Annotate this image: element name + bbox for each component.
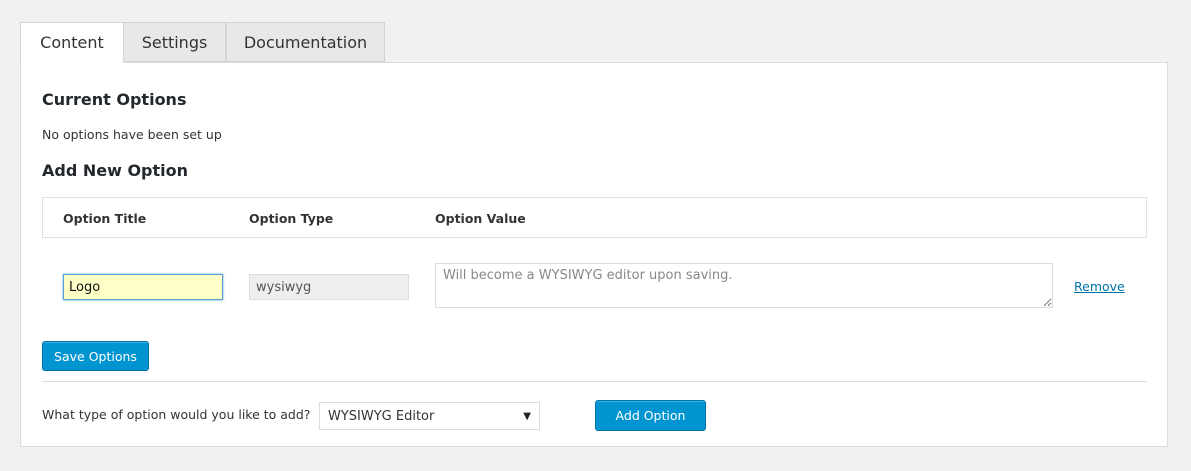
divider: [42, 381, 1147, 382]
add-new-option-heading: Add New Option: [42, 161, 189, 180]
option-title-input[interactable]: [63, 274, 223, 300]
chevron-down-icon: ▼: [523, 410, 531, 422]
tab-settings[interactable]: Settings: [123, 22, 226, 62]
remove-option-link[interactable]: Remove: [1074, 279, 1125, 294]
add-option-type-prompt: What type of option would you like to ad…: [42, 407, 311, 422]
add-option-button[interactable]: Add Option: [595, 400, 706, 431]
option-type-input: [249, 274, 409, 300]
content-panel: Current Options No options have been set…: [20, 62, 1168, 447]
options-table-header: Option Title Option Type Option Value: [42, 197, 1147, 238]
tab-content[interactable]: Content: [20, 22, 124, 63]
column-header-option-type: Option Type: [249, 211, 334, 226]
column-header-option-value: Option Value: [435, 211, 526, 226]
tab-bar: Content Settings Documentation: [20, 22, 385, 63]
option-value-textarea[interactable]: [435, 263, 1053, 308]
tab-documentation[interactable]: Documentation: [226, 22, 385, 62]
option-type-select[interactable]: WYSIWYG Editor ▼: [319, 402, 540, 430]
no-options-message: No options have been set up: [42, 127, 222, 142]
save-options-button[interactable]: Save Options: [42, 341, 149, 371]
column-header-option-title: Option Title: [63, 211, 147, 226]
option-type-select-value: WYSIWYG Editor: [328, 408, 435, 424]
current-options-heading: Current Options: [42, 90, 187, 109]
